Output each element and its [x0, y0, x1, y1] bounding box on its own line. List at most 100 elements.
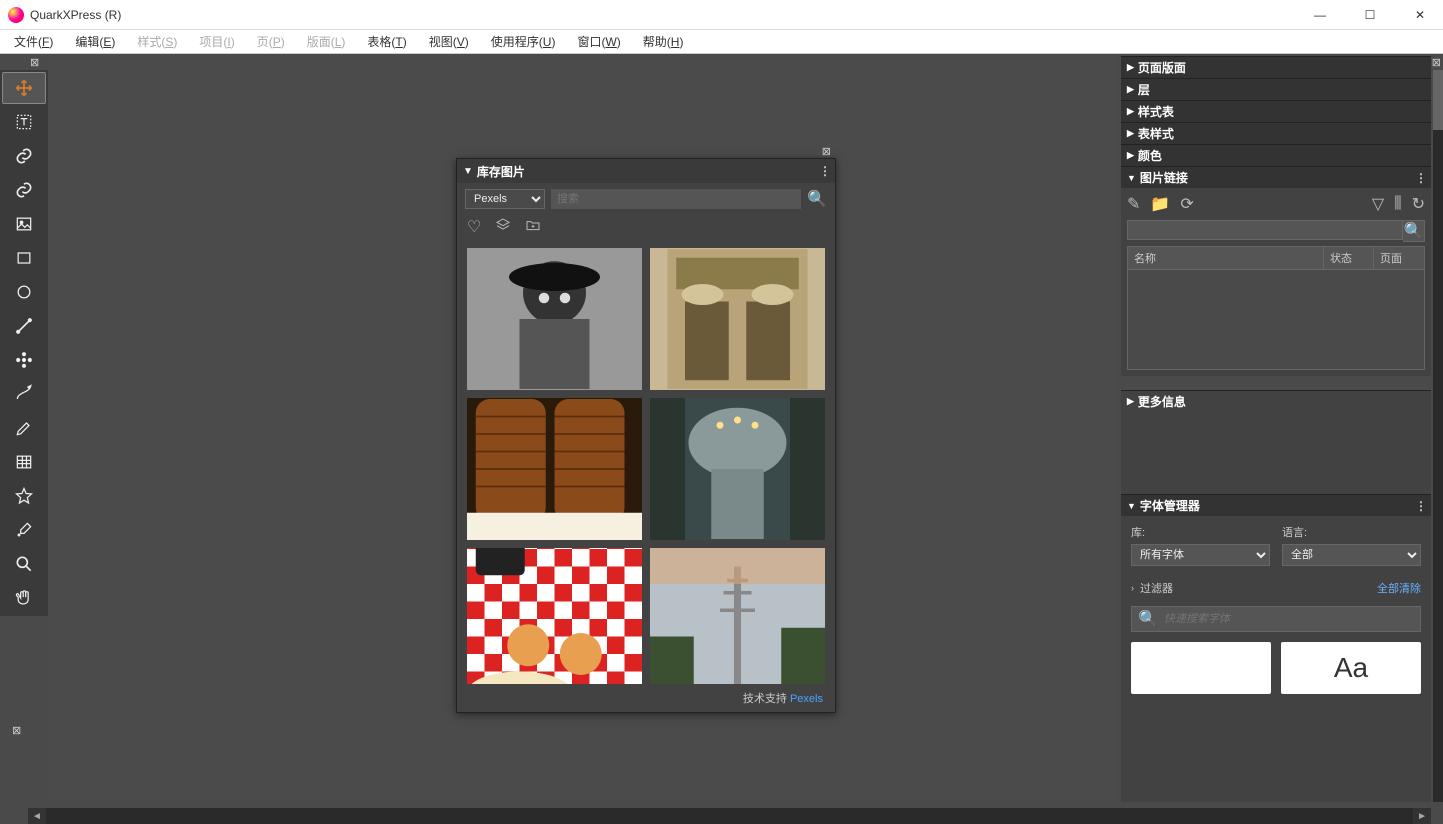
image-links-body: ✎ 📁 ⟳ ▽ ⫼ ↻ 🔍 名称 状态 页面 [1121, 188, 1431, 376]
filter-row[interactable]: › 过滤器 全部清除 [1131, 580, 1421, 596]
line-tool[interactable] [2, 310, 46, 342]
section-menu-icon[interactable]: ⋮ [1415, 499, 1425, 513]
stock-panel-header[interactable]: ▼ 库存图片 ⋮ [457, 159, 835, 183]
favorite-icon[interactable]: ♡ [467, 217, 481, 238]
section-colors[interactable]: ▶颜色 [1121, 144, 1431, 166]
oval-tool[interactable] [2, 276, 46, 308]
links-search-icon[interactable]: 🔍 [1403, 220, 1425, 242]
section-menu-icon[interactable]: ⋮ [1415, 171, 1425, 185]
font-preview-cards: Aa [1131, 642, 1421, 694]
text-tool[interactable] [2, 106, 46, 138]
star-tool[interactable] [2, 480, 46, 512]
links-table-header: 名称 状态 页面 [1127, 246, 1425, 270]
clear-all-link[interactable]: 全部清除 [1377, 580, 1421, 596]
toolbox-close-icon[interactable]: ⊠ [30, 56, 44, 70]
unlink-tool[interactable] [2, 174, 46, 206]
menubar: 文件(F) 编辑(E) 样式(S) 项目(I) 页(P) 版面(L) 表格(T)… [0, 30, 1443, 54]
minimize-button[interactable]: — [1305, 5, 1335, 25]
menu-table[interactable]: 表格(T) [361, 31, 412, 52]
menu-utilities[interactable]: 使用程序(U) [485, 31, 562, 52]
stock-images-panel: ⊠ ▼ 库存图片 ⋮ Pexels 🔍 ♡ 技术支持 Pexels [456, 158, 836, 713]
reload-icon[interactable]: ↻ [1412, 194, 1425, 214]
more-info-body [1121, 412, 1431, 494]
source-select[interactable]: Pexels [465, 189, 545, 209]
section-page-layout[interactable]: ▶页面版面 [1121, 56, 1431, 78]
section-font-manager[interactable]: ▼字体管理器⋮ [1121, 494, 1431, 516]
table-tool[interactable] [2, 446, 46, 478]
menu-item-project: 项目(I) [193, 31, 240, 52]
filter-icon[interactable]: ▽ [1372, 194, 1384, 214]
window-controls: — ☐ ✕ [1305, 5, 1435, 25]
language-select[interactable]: 全部 [1282, 544, 1421, 566]
app-icon [8, 7, 24, 23]
panel-menu-icon[interactable]: ⋮ [819, 164, 829, 178]
expand-icon: ▶ [1127, 62, 1134, 73]
stock-thumbnail[interactable] [467, 548, 642, 684]
menu-window[interactable]: 窗口(W) [571, 31, 626, 52]
col-name[interactable]: 名称 [1128, 247, 1324, 269]
right-panels-close-icon[interactable]: ⊠ [1432, 56, 1441, 69]
layers-icon[interactable] [495, 217, 511, 238]
col-page[interactable]: 页面 [1374, 247, 1424, 269]
section-table-styles[interactable]: ▶表样式 [1121, 122, 1431, 144]
font-card[interactable] [1131, 642, 1271, 694]
stock-thumbnail[interactable] [650, 548, 825, 684]
add-folder-icon[interactable] [525, 217, 541, 238]
menu-file[interactable]: 文件(F) [8, 31, 59, 52]
bottom-panel-close-icon[interactable]: ⊠ [12, 724, 21, 737]
collapse-icon: ▼ [1127, 173, 1136, 183]
maximize-button[interactable]: ☐ [1355, 5, 1385, 25]
expand-icon: ▶ [1127, 84, 1134, 95]
font-search-row: 🔍 [1131, 606, 1421, 632]
stock-thumbnail[interactable] [650, 398, 825, 540]
section-layers[interactable]: ▶层 [1121, 78, 1431, 100]
scroll-right-icon[interactable]: ► [1413, 811, 1431, 822]
col-status[interactable]: 状态 [1324, 247, 1374, 269]
stock-thumbnail[interactable] [467, 248, 642, 390]
collapse-icon: ▼ [1127, 501, 1136, 511]
move-tool[interactable] [2, 72, 46, 104]
menu-view[interactable]: 视图(V) [423, 31, 475, 52]
links-toolbar: ✎ 📁 ⟳ ▽ ⫼ ↻ [1127, 194, 1425, 214]
columns-icon[interactable]: ⫼ [1394, 195, 1401, 213]
hand-tool[interactable] [2, 582, 46, 614]
bezier-tool[interactable] [2, 378, 46, 410]
footer-link[interactable]: Pexels [790, 693, 823, 705]
stock-thumbnail[interactable] [467, 398, 642, 540]
folder-icon[interactable]: 📁 [1150, 194, 1170, 214]
horizontal-scrollbar[interactable]: ◄ ► [28, 808, 1431, 824]
section-image-links[interactable]: ▼图片链接⋮ [1121, 166, 1431, 188]
picture-tool[interactable] [2, 208, 46, 240]
panel-close-icon[interactable]: ⊠ [822, 145, 831, 158]
scroll-left-icon[interactable]: ◄ [28, 811, 46, 822]
library-select[interactable]: 所有字体 [1131, 544, 1270, 566]
refresh-icon[interactable]: ⟳ [1180, 194, 1193, 214]
chevron-right-icon: › [1131, 583, 1134, 593]
menu-layout: 版面(L) [301, 31, 352, 52]
close-button[interactable]: ✕ [1405, 5, 1435, 25]
font-search-input[interactable] [1164, 613, 1414, 625]
edit-icon[interactable]: ✎ [1127, 194, 1140, 214]
links-table-body[interactable] [1127, 270, 1425, 370]
eyedropper-tool[interactable] [2, 514, 46, 546]
stock-panel-footer: 技术支持 Pexels [457, 684, 835, 712]
filter-label: 过滤器 [1140, 580, 1173, 596]
pan-content-tool[interactable] [2, 344, 46, 376]
stock-thumbnail[interactable] [650, 248, 825, 390]
section-stylesheets[interactable]: ▶样式表 [1121, 100, 1431, 122]
menu-help[interactable]: 帮助(H) [637, 31, 690, 52]
menu-edit[interactable]: 编辑(E) [69, 31, 121, 52]
search-icon[interactable]: 🔍 [807, 189, 827, 209]
footer-label: 技术支持 [743, 693, 787, 705]
section-more-info[interactable]: ▶更多信息 [1121, 390, 1431, 412]
links-search-input[interactable] [1127, 220, 1403, 240]
right-scrollbar[interactable] [1433, 70, 1443, 802]
library-label: 库: [1131, 524, 1270, 540]
zoom-tool[interactable] [2, 548, 46, 580]
expand-icon: ▶ [1127, 106, 1134, 117]
rectangle-tool[interactable] [2, 242, 46, 274]
stock-search-input[interactable] [551, 189, 801, 209]
link-tool[interactable] [2, 140, 46, 172]
pencil-tool[interactable] [2, 412, 46, 444]
font-card[interactable]: Aa [1281, 642, 1421, 694]
